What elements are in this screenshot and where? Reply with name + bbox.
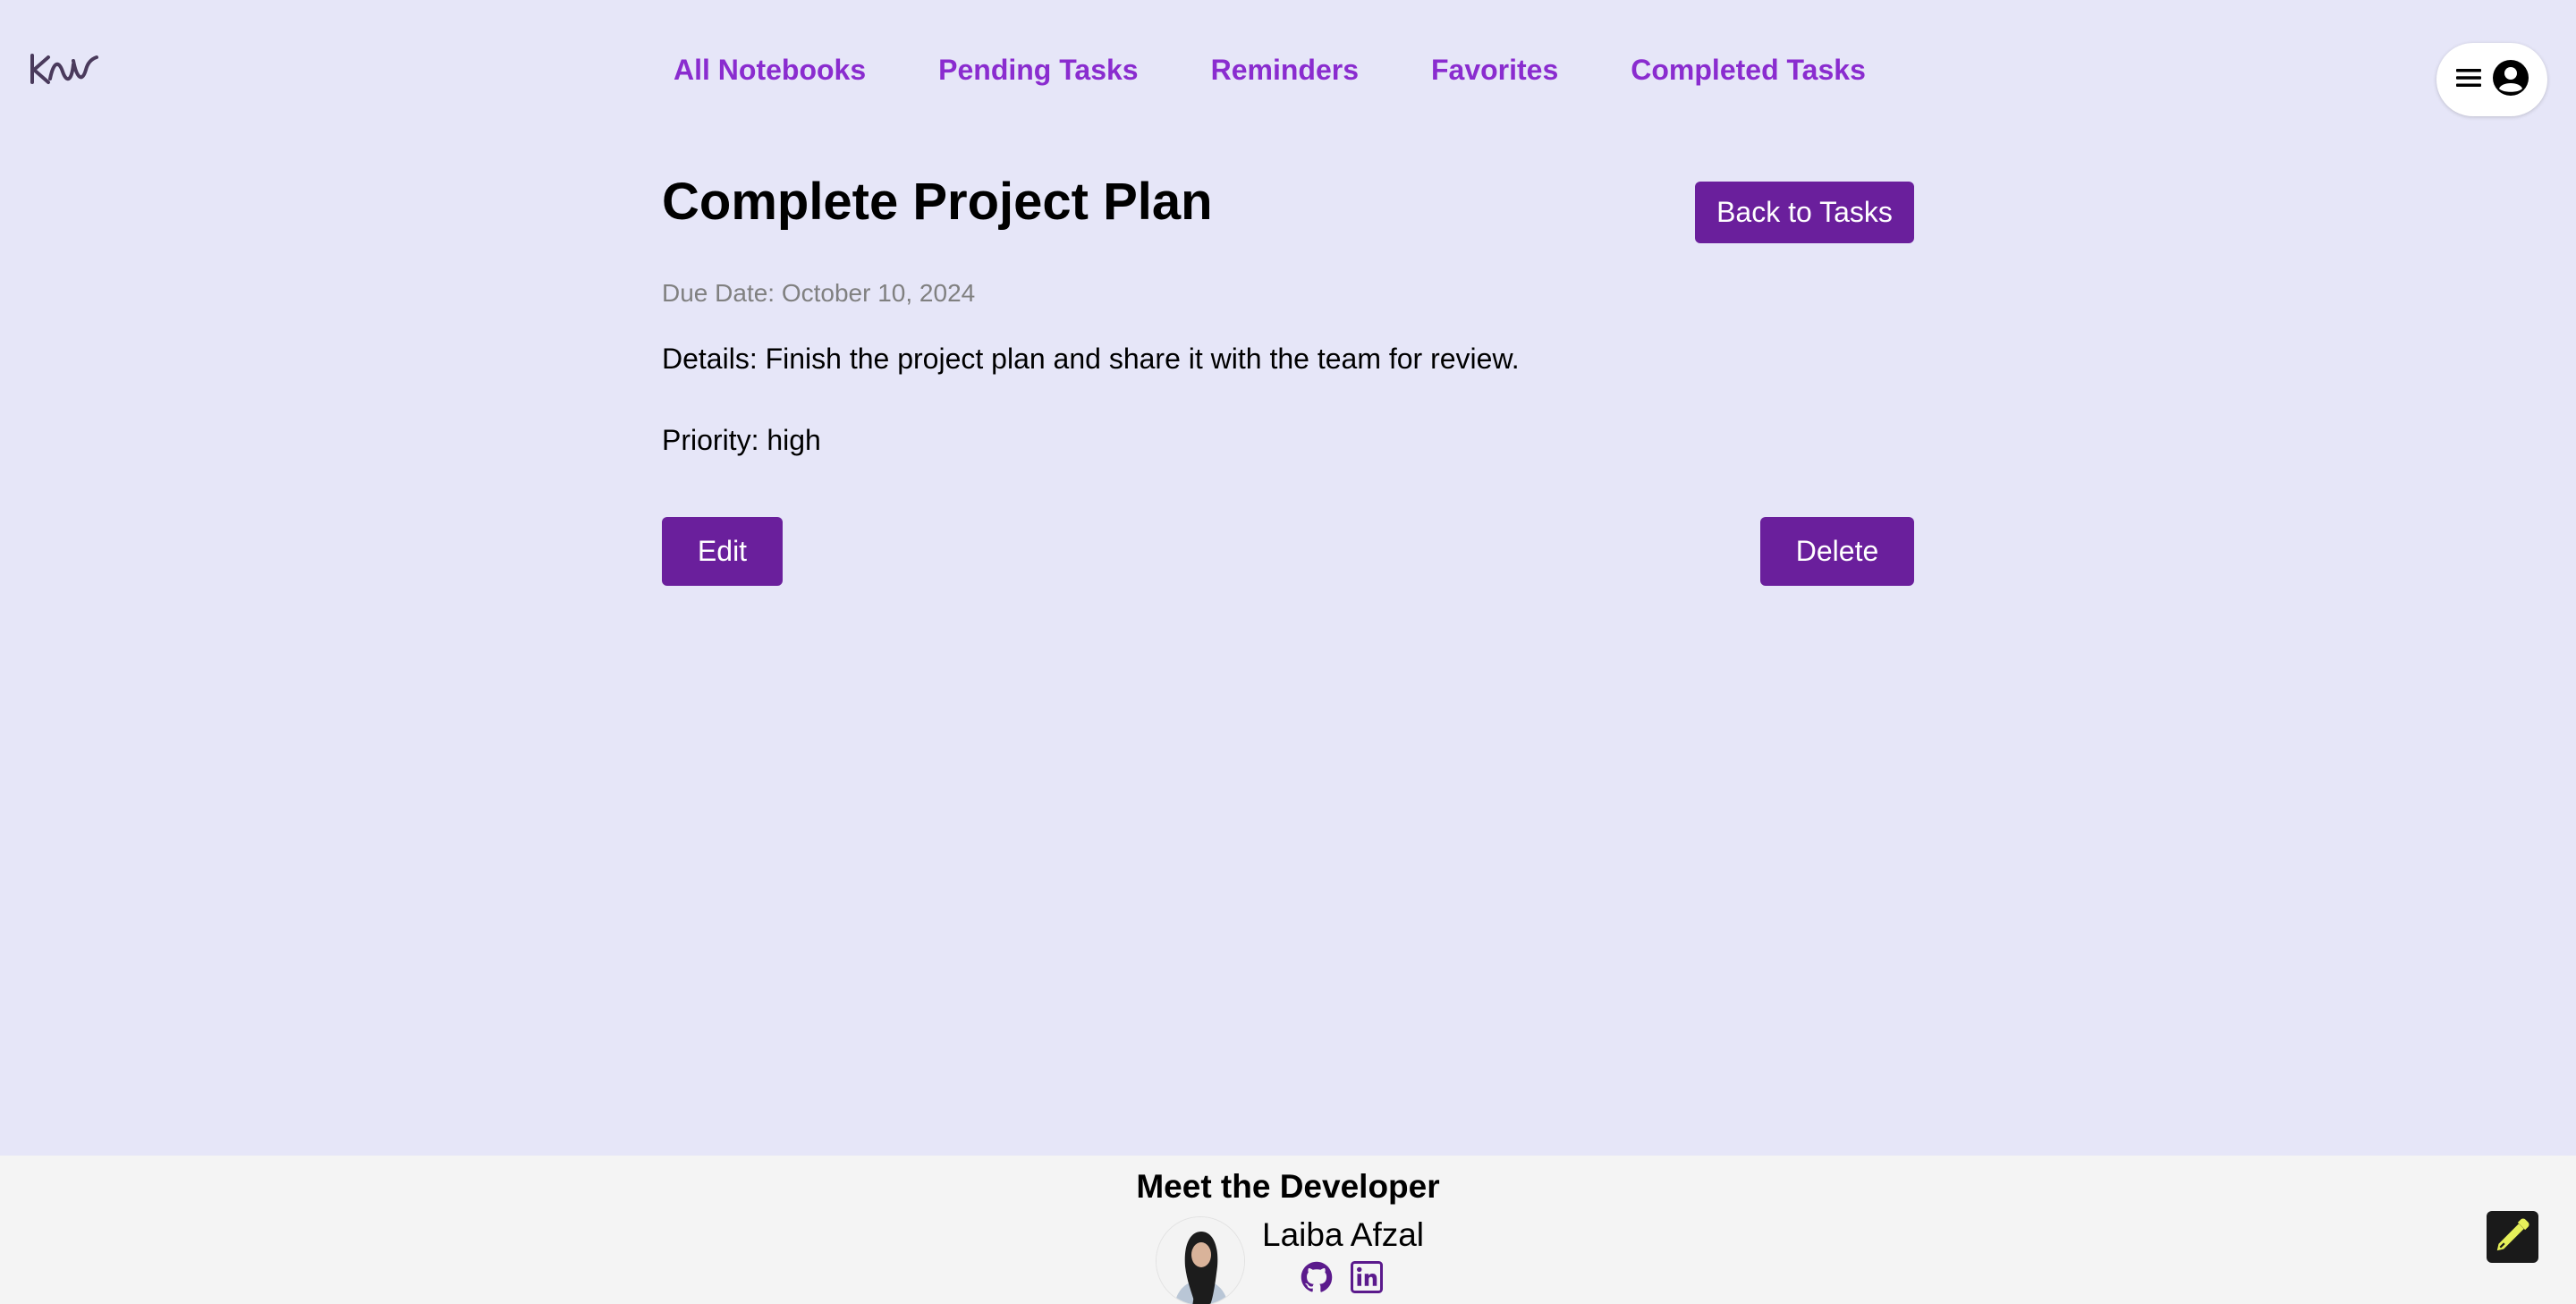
- nav-completed-tasks[interactable]: Completed Tasks: [1631, 54, 1866, 87]
- nav-all-notebooks[interactable]: All Notebooks: [674, 54, 866, 87]
- page: All Notebooks Pending Tasks Reminders Fa…: [0, 0, 2576, 1304]
- pen-tool-button[interactable]: [2487, 1211, 2538, 1263]
- task-title: Complete Project Plan: [662, 173, 1213, 231]
- user-menu-button[interactable]: [2436, 43, 2547, 116]
- developer-name: Laiba Afzal: [1262, 1216, 1425, 1253]
- task-due-date: Due Date: October 10, 2024: [662, 279, 976, 307]
- delete-button[interactable]: Delete: [1760, 517, 1914, 586]
- knw-logo-icon[interactable]: [29, 52, 100, 88]
- hamburger-icon: [2454, 66, 2483, 94]
- pen-icon: [2493, 1215, 2532, 1259]
- task-priority: Priority: high: [662, 424, 821, 456]
- user-circle-icon: [2492, 59, 2529, 101]
- nav-reminders[interactable]: Reminders: [1211, 54, 1359, 87]
- nav-favorites[interactable]: Favorites: [1431, 54, 1558, 87]
- task-details: Details: Finish the project plan and sha…: [662, 343, 1520, 375]
- edit-button[interactable]: Edit: [662, 517, 783, 586]
- main-nav: All Notebooks Pending Tasks Reminders Fa…: [674, 54, 1866, 87]
- github-icon[interactable]: [1301, 1261, 1333, 1293]
- linkedin-icon[interactable]: [1351, 1261, 1383, 1293]
- nav-pending-tasks[interactable]: Pending Tasks: [938, 54, 1138, 87]
- footer: Meet the Developer Laiba Afzal: [0, 1156, 2576, 1304]
- back-to-tasks-button[interactable]: Back to Tasks: [1695, 182, 1914, 243]
- footer-title: Meet the Developer: [1136, 1168, 1440, 1205]
- developer-avatar: [1156, 1216, 1245, 1304]
